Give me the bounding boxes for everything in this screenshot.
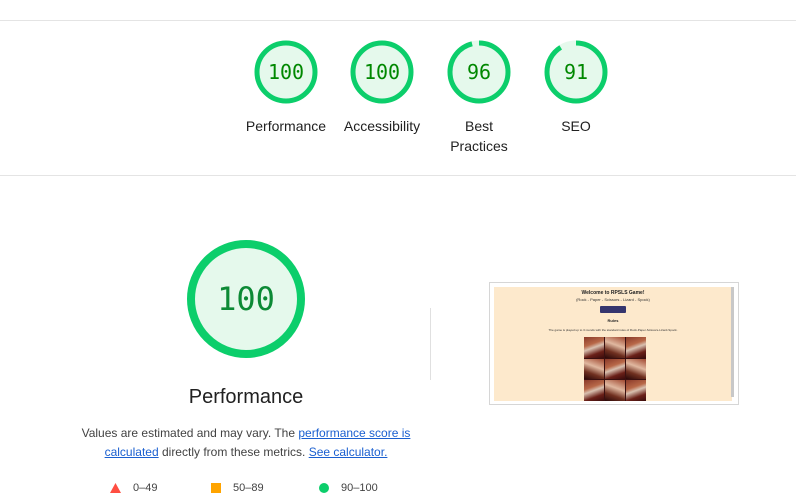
square-icon (211, 483, 221, 493)
performance-main-score: 100 (217, 280, 275, 318)
performance-title: Performance (188, 386, 304, 408)
screenshot-title: Welcome to RPSLS Game! (581, 290, 645, 296)
legend-fail-range: 0–49 (133, 482, 158, 494)
legend-pass-range: 90–100 (341, 482, 378, 494)
performance-description: Values are estimated and may vary. The p… (60, 424, 432, 462)
section-divider (0, 175, 796, 176)
legend-fail: 0–49 (110, 482, 157, 494)
top-divider (0, 20, 796, 21)
gauge-best-practices-label: Best Practices (450, 118, 508, 154)
screenshot-image-grid (584, 337, 646, 401)
gauge-accessibility-label: Accessibility (343, 118, 421, 134)
grid-image (584, 337, 604, 358)
final-screenshot[interactable]: Welcome to RPSLS Game! (Rock - Paper - S… (489, 282, 739, 405)
gauge-accessibility-score: 100 (364, 60, 400, 84)
gauge-best-practices-ring: 96 (447, 40, 511, 104)
gauge-seo[interactable]: 91 SEO (528, 40, 624, 136)
gauge-best-practices[interactable]: 96 Best Practices (431, 40, 527, 156)
grid-image (626, 380, 646, 401)
screenshot-page: Welcome to RPSLS Game! (Rock - Paper - S… (494, 287, 732, 401)
legend-pass: 90–100 (319, 482, 378, 494)
gauge-performance-ring: 100 (254, 40, 318, 104)
see-calculator-link[interactable]: See calculator. (309, 445, 388, 459)
screenshot-scrollbar (731, 287, 734, 397)
screenshot-text: The game is played up to 3 rounds with t… (548, 328, 678, 332)
gauge-performance-label: Performance (245, 118, 327, 134)
grid-image (605, 358, 625, 380)
grid-image (626, 358, 646, 380)
gauge-seo-score: 91 (564, 60, 588, 84)
gauge-seo-label: SEO (561, 118, 591, 134)
description-text-2: directly from these metrics. (158, 445, 309, 459)
description-text-1: Values are estimated and may vary. The (81, 426, 299, 440)
gauge-accessibility[interactable]: 100 Accessibility (334, 40, 430, 136)
circle-icon (319, 483, 329, 493)
gauge-seo-ring: 91 (544, 40, 608, 104)
legend-average-range: 50–89 (233, 482, 264, 494)
gauge-best-practices-score: 96 (467, 60, 491, 84)
gauge-performance[interactable]: 100 Performance (238, 40, 334, 136)
grid-image (626, 337, 646, 358)
gauge-accessibility-ring: 100 (350, 40, 414, 104)
triangle-icon (110, 483, 121, 493)
screenshot-button (600, 306, 626, 313)
grid-image (584, 380, 604, 401)
screenshot-section: Rules (607, 318, 619, 323)
legend-average: 50–89 (211, 482, 264, 494)
grid-image (584, 358, 604, 380)
vertical-divider (430, 308, 431, 380)
gauge-performance-score: 100 (268, 60, 304, 84)
screenshot-subtitle: (Rock - Paper - Scissors - Lizard - Spoc… (576, 297, 650, 302)
performance-main-gauge: 100 (187, 240, 305, 358)
grid-image (605, 380, 625, 401)
grid-image (605, 337, 625, 358)
